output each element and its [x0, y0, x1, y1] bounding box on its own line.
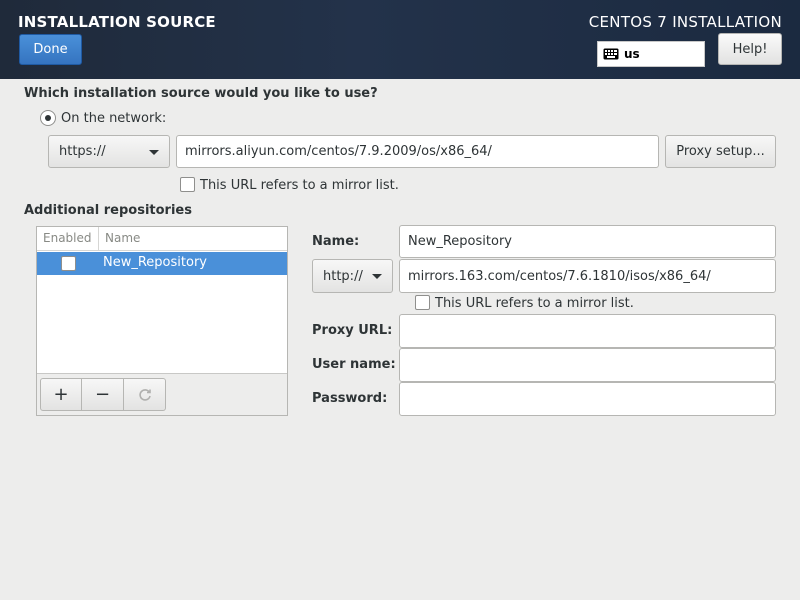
- keyboard-layout-indicator[interactable]: us: [597, 41, 705, 67]
- header-bar: INSTALLATION SOURCE CENTOS 7 INSTALLATIO…: [0, 0, 800, 79]
- installation-source-screen: INSTALLATION SOURCE CENTOS 7 INSTALLATIO…: [0, 0, 800, 600]
- proxy-url-label: Proxy URL:: [312, 323, 393, 338]
- user-name-label: User name:: [312, 357, 396, 372]
- done-button[interactable]: Done: [19, 34, 82, 65]
- remove-repo-button[interactable]: −: [82, 378, 124, 411]
- column-name[interactable]: Name: [105, 231, 140, 245]
- on-network-label: On the network:: [61, 111, 167, 126]
- column-divider: [98, 227, 99, 251]
- column-enabled[interactable]: Enabled: [43, 231, 92, 245]
- source-protocol-value: https://: [59, 144, 106, 159]
- chevron-down-icon: [149, 149, 159, 155]
- proxy-setup-button[interactable]: Proxy setup...: [665, 135, 776, 168]
- minus-icon: −: [94, 384, 111, 405]
- repo-url-input[interactable]: mirrors.163.com/centos/7.6.1810/isos/x86…: [399, 259, 776, 293]
- chevron-down-icon: [372, 274, 382, 279]
- help-button[interactable]: Help!: [718, 33, 782, 65]
- repo-toolbar: + −: [37, 373, 287, 415]
- repo-mirror-list-label: This URL refers to a mirror list.: [435, 296, 634, 311]
- repo-name-input[interactable]: New_Repository: [399, 225, 776, 258]
- add-repo-button[interactable]: +: [40, 378, 82, 411]
- product-title: CENTOS 7 INSTALLATION: [588, 13, 782, 31]
- source-mirror-list-label: This URL refers to a mirror list.: [200, 178, 399, 193]
- source-protocol-combo[interactable]: https://: [48, 135, 170, 168]
- source-question: Which installation source would you like…: [24, 86, 378, 101]
- additional-repos-heading: Additional repositories: [24, 203, 192, 218]
- page-title: INSTALLATION SOURCE: [18, 13, 216, 31]
- password-label: Password:: [312, 391, 388, 406]
- user-name-input[interactable]: [399, 348, 776, 382]
- refresh-repo-button[interactable]: [124, 378, 166, 411]
- refresh-icon: [138, 388, 151, 401]
- repo-list-header: Enabled Name: [37, 227, 287, 251]
- repo-enabled-checkbox[interactable]: [61, 256, 76, 271]
- plus-icon: +: [53, 384, 69, 405]
- repo-name-cell: New_Repository: [103, 255, 207, 270]
- keyboard-icon: [603, 48, 619, 60]
- keyboard-layout-label: us: [624, 47, 640, 61]
- repo-list: Enabled Name New_Repository + −: [36, 226, 288, 416]
- source-mirror-list-checkbox[interactable]: [180, 177, 195, 192]
- repo-protocol-value: http://: [323, 268, 363, 284]
- repo-protocol-combo[interactable]: http://: [312, 259, 393, 293]
- source-url-input[interactable]: mirrors.aliyun.com/centos/7.9.2009/os/x8…: [176, 135, 659, 168]
- password-input[interactable]: [399, 382, 776, 416]
- on-network-radio[interactable]: [40, 110, 56, 126]
- table-row[interactable]: New_Repository: [37, 252, 287, 275]
- proxy-url-input[interactable]: [399, 314, 776, 348]
- repo-mirror-list-checkbox[interactable]: [415, 295, 430, 310]
- repo-name-label: Name:: [312, 234, 360, 249]
